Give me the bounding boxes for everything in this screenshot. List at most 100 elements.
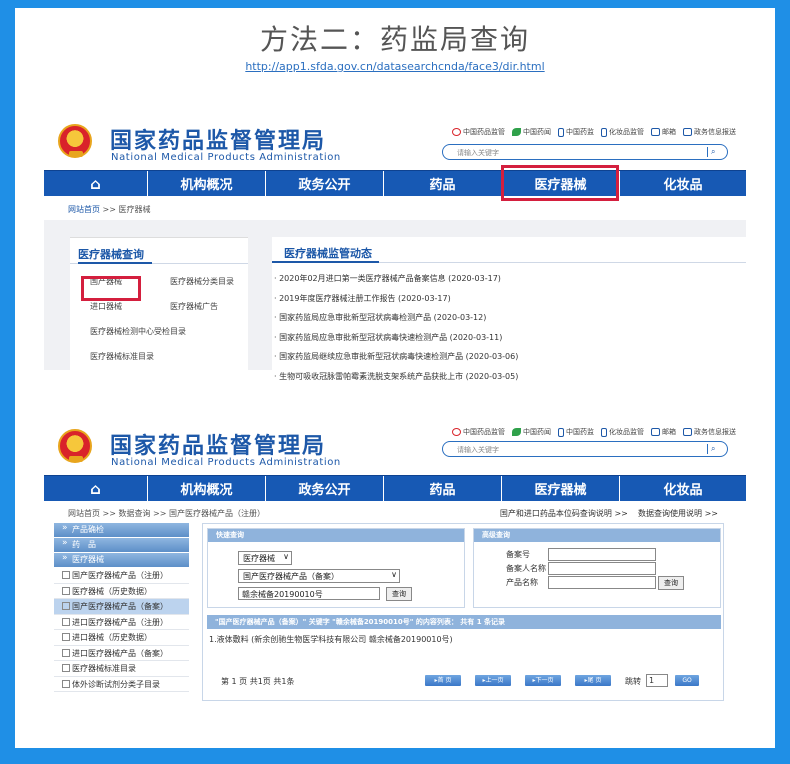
sidebar-item[interactable]: 医疗器械（历史数据） (54, 583, 189, 599)
query-main: 快速查询 医疗器械 ∨ 国产医疗器械产品（备案） ∨ 赣余械备20190010号 查… (202, 523, 724, 701)
go-button[interactable]: GO (675, 675, 699, 686)
breadcrumb-current: >> 医疗器械 (100, 205, 151, 214)
breadcrumb: 网站首页 >> 数据查询 >> 国产医疗器械产品（注册） (68, 509, 265, 518)
product-name-label: 产品名称 (506, 578, 538, 587)
highlight-devices-nav (501, 165, 619, 201)
top-link-cosmetics[interactable]: 化妆品监管 (601, 127, 644, 137)
news-item[interactable]: · 国家药监局继续应急审批新型冠状病毒快速检测产品 (2020-03-06) (274, 347, 746, 367)
record-no-label: 备案号 (506, 550, 530, 559)
query-section: 产品确检 药 品 医疗器械 国产医疗器械产品（注册） 医疗器械（历史数据） 国产… (44, 521, 746, 701)
quick-query-panel: 快速查询 医疗器械 ∨ 国产医疗器械产品（备案） ∨ 赣余械备20190010号 查… (207, 528, 465, 608)
sidebar-item[interactable]: 国产医疗器械产品（注册） (54, 568, 189, 584)
nav-item-cosmetics[interactable]: 化妆品 (620, 476, 746, 501)
search-input[interactable]: 请输入关键字 ⌕ (442, 441, 728, 457)
top-link-weibo[interactable]: 中国药品监管 (452, 127, 505, 137)
jump-page-input[interactable]: 1 (646, 674, 668, 687)
news-item[interactable]: · 生物可吸收冠脉雷帕霉素洗脱支架系统产品获批上市 (2020-03-05) (274, 367, 746, 387)
search-placeholder: 请输入关键字 (457, 446, 499, 454)
site-name-en: National Medical Products Administration (111, 152, 341, 163)
quick-query-button[interactable]: 查询 (386, 587, 412, 601)
chevron-down-icon: ∨ (283, 552, 289, 561)
search-icon[interactable]: ⌕ (707, 444, 719, 454)
keyword-input[interactable]: 赣余械备20190010号 (238, 587, 380, 600)
news-item[interactable]: · 2019年度医疗器械注册工作报告 (2020-03-17) (274, 289, 746, 309)
news-item[interactable]: · 国家药监局应急审批新型冠状病毒检测产品 (2020-03-12) (274, 308, 746, 328)
breadcrumb-bar: 网站首页 >> 数据查询 >> 国产医疗器械产品（注册） 国产和进口药品本位码查… (44, 501, 746, 523)
sidebar-item[interactable]: 医疗器械标准目录 (54, 661, 189, 677)
search-placeholder: 请输入关键字 (457, 149, 499, 157)
breadcrumb-home[interactable]: 网站首页 (68, 205, 100, 214)
nav-item-org[interactable]: 机构概况 (148, 476, 266, 501)
advanced-query-panel: 高级查询 备案号 备案人名称 产品名称 查询 (473, 528, 721, 608)
news-title: 医疗器械监管动态 (272, 237, 746, 263)
help-link-code[interactable]: 国产和进口药品本位码查询说明 >> (500, 509, 628, 518)
phone-icon (558, 427, 564, 437)
query-url-link[interactable]: http://app1.sfda.gov.cn/datasearchcnda/f… (0, 60, 790, 73)
sidebar-item[interactable]: 体外诊断试剂分类子目录 (54, 676, 189, 692)
top-link-news[interactable]: 中国药闻 (512, 427, 551, 437)
search-icon[interactable]: ⌕ (707, 147, 719, 157)
site-name-cn: 国家药品监督管理局 (110, 129, 327, 154)
news-item[interactable]: · 国家药监局应急审批新型冠状病毒快速检测产品 (2020-03-11) (274, 328, 746, 348)
last-page-button[interactable]: ▸尾 页 (575, 675, 611, 686)
nav-item-drugs[interactable]: 药品 (384, 171, 502, 196)
jump-label: 跳转 (625, 677, 641, 686)
product-name-input[interactable] (548, 576, 656, 589)
top-link-report[interactable]: 政务信息报送 (683, 127, 736, 137)
nav-home-icon[interactable]: ⌂ (44, 171, 148, 196)
nav-item-drugs[interactable]: 药品 (384, 476, 502, 501)
wechat-icon (512, 428, 521, 436)
top-link-cosmetics[interactable]: 化妆品监管 (601, 427, 644, 437)
sidebar-item-selected[interactable]: 国产医疗器械产品（备案） (54, 599, 189, 615)
first-page-button[interactable]: ▸首 页 (425, 675, 461, 686)
top-link-mail[interactable]: 邮箱 (651, 427, 676, 437)
phone-icon (601, 427, 607, 437)
next-page-button[interactable]: ▸下一页 (525, 675, 561, 686)
advanced-query-title: 高级查询 (474, 529, 720, 542)
nav-item-cosmetics[interactable]: 化妆品 (620, 171, 746, 196)
main-nav: ⌂ 机构概况 政务公开 药品 医疗器械 化妆品 (44, 170, 746, 196)
result-item[interactable]: 1.液体敷料 (新余创驰生物医学科技有限公司 赣余械备20190010号) (209, 634, 453, 645)
sidebar-header[interactable]: 药 品 (54, 536, 189, 553)
sidebar-item[interactable]: 进口器械（历史数据） (54, 630, 189, 646)
nav-home-icon[interactable]: ⌂ (44, 476, 148, 501)
top-link-weibo[interactable]: 中国药品监管 (452, 427, 505, 437)
query-link-imported[interactable]: 进口器械 (90, 301, 170, 312)
mail-icon (651, 128, 660, 136)
top-link-mobile[interactable]: 中国药监 (558, 427, 594, 437)
mail-icon (651, 428, 660, 436)
query-link-standards[interactable]: 医疗器械标准目录 (90, 351, 260, 362)
advanced-query-button[interactable]: 查询 (658, 576, 684, 590)
top-link-news[interactable]: 中国药闻 (512, 127, 551, 137)
query-link-catalog[interactable]: 医疗器械分类目录 (170, 276, 260, 287)
content-area: 医疗器械查询 国产器械 医疗器械分类目录 进口器械 医疗器械广告 医疗器械检测中… (44, 220, 746, 381)
result-header: "国产医疗器械产品（备案）" 关键字 "赣余械备20190010号" 的内容列表… (207, 615, 721, 629)
quick-query-title: 快速查询 (208, 529, 464, 542)
database-select[interactable]: 国产医疗器械产品（备案） ∨ (238, 569, 400, 583)
help-link-usage[interactable]: 数据查询使用说明 >> (638, 509, 718, 518)
sidebar-item[interactable]: 进口医疗器械产品（备案） (54, 645, 189, 661)
prev-page-button[interactable]: ▸上一页 (475, 675, 511, 686)
site-header-2: 国家药品监督管理局 National Medical Products Admi… (44, 413, 746, 475)
sidebar-header[interactable]: 医疗器械 (54, 551, 189, 568)
phone-icon (558, 127, 564, 137)
monitor-icon (683, 428, 692, 436)
nav-item-devices[interactable]: 医疗器械 (502, 476, 620, 501)
category-select[interactable]: 医疗器械 ∨ (238, 551, 292, 565)
search-input[interactable]: 请输入关键字 ⌕ (442, 144, 728, 160)
sidebar-header[interactable]: 产品确检 (54, 521, 189, 538)
top-link-mobile[interactable]: 中国药监 (558, 127, 594, 137)
registrant-input[interactable] (548, 562, 656, 575)
nav-item-org[interactable]: 机构概况 (148, 171, 266, 196)
sidebar-item[interactable]: 进口医疗器械产品（注册） (54, 614, 189, 630)
query-link-ads[interactable]: 医疗器械广告 (170, 301, 260, 312)
news-item[interactable]: · 2020年02月进口第一类医疗器械产品备案信息 (2020-03-17) (274, 269, 746, 289)
phone-icon (601, 127, 607, 137)
top-link-mail[interactable]: 邮箱 (651, 127, 676, 137)
nav-item-gov[interactable]: 政务公开 (266, 476, 384, 501)
record-no-input[interactable] (548, 548, 656, 561)
top-links: 中国药品监管 中国药闻 中国药监 化妆品监管 邮箱 政务信息报送 (452, 427, 736, 437)
nav-item-gov[interactable]: 政务公开 (266, 171, 384, 196)
top-link-report[interactable]: 政务信息报送 (683, 427, 736, 437)
query-link-testing-center[interactable]: 医疗器械检测中心受检目录 (90, 326, 260, 337)
